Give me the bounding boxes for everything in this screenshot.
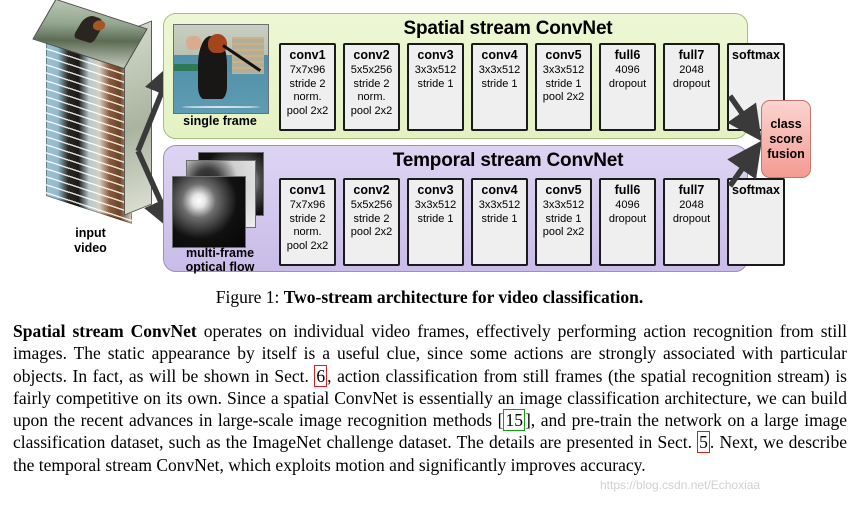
layer-spec: 3x3x512 bbox=[478, 64, 521, 76]
layer-box-conv2[interactable]: conv2 5x5x256 stride 2 norm. pool 2x2 bbox=[343, 43, 400, 131]
single-frame-thumbnail bbox=[173, 24, 269, 114]
layer-name: full6 bbox=[614, 183, 641, 197]
layer-spec: pool 2x2 bbox=[350, 104, 393, 117]
layer-box-full7[interactable]: full7 2048 dropout bbox=[663, 178, 720, 266]
layer-spec: norm. bbox=[293, 91, 322, 103]
multi-frame-optical-flow-label: multi-frame optical flow bbox=[164, 246, 276, 274]
layer-box-full7[interactable]: full7 2048 dropout bbox=[663, 43, 720, 131]
layer-name: conv4 bbox=[481, 183, 518, 197]
input-video-label-line1: input bbox=[75, 226, 106, 240]
temporal-layer-row: conv1 7x7x96 stride 2 norm. pool 2x2 con… bbox=[279, 178, 785, 266]
layer-name: full6 bbox=[614, 48, 641, 62]
temporal-stream-panel: Temporal stream ConvNet multi-frame opti… bbox=[163, 145, 785, 274]
layer-box-conv1[interactable]: conv1 7x7x96 stride 2 norm. pool 2x2 bbox=[279, 178, 336, 266]
layer-spec: 3x3x512 bbox=[414, 199, 457, 211]
layer-box-softmax[interactable]: softmax bbox=[727, 178, 785, 266]
layer-spec: stride 2 bbox=[353, 212, 390, 225]
layer-name: full7 bbox=[678, 48, 705, 62]
optical-flow-label-line1: multi-frame bbox=[185, 246, 255, 260]
layer-spec: stride 2 bbox=[289, 212, 326, 225]
figure-caption: Figure 1: Two-stream architecture for vi… bbox=[0, 286, 859, 308]
figure-diagram: input video Spatial stream ConvNet singl… bbox=[0, 0, 859, 285]
spatial-layer-row: conv1 7x7x96 stride 2 norm. pool 2x2 con… bbox=[279, 43, 785, 131]
fusion-label-line3: fusion bbox=[767, 146, 805, 161]
layer-spec: dropout bbox=[672, 77, 711, 90]
layer-spec: stride 2 bbox=[289, 77, 326, 90]
citation-link-15[interactable]: 15 bbox=[503, 409, 525, 432]
layer-spec: stride 1 bbox=[481, 212, 518, 225]
person-arm bbox=[186, 35, 202, 50]
layer-spec: pool 2x2 bbox=[350, 226, 393, 238]
layer-spec: 3x3x512 bbox=[542, 199, 585, 211]
layer-spec: stride 1 bbox=[417, 212, 454, 225]
layer-spec: dropout bbox=[608, 212, 647, 225]
layer-spec: stride 1 bbox=[545, 212, 582, 225]
layer-name: conv5 bbox=[545, 48, 582, 62]
layer-spec: pool 2x2 bbox=[542, 226, 585, 238]
watermark-text: https://blog.csdn.net/Echoxiaa bbox=[600, 478, 761, 492]
layer-box-conv1[interactable]: conv1 7x7x96 stride 2 norm. pool 2x2 bbox=[279, 43, 336, 131]
layer-spec: 4096 bbox=[615, 64, 640, 76]
layer-name: conv3 bbox=[417, 183, 454, 197]
layer-name: conv1 bbox=[289, 183, 326, 197]
spatial-stream-panel: Spatial stream ConvNet single frame conv… bbox=[163, 13, 785, 139]
layer-box-conv4[interactable]: conv4 3x3x512 stride 1 bbox=[471, 43, 528, 131]
layer-box-conv2[interactable]: conv2 5x5x256 stride 2 pool 2x2 bbox=[343, 178, 400, 266]
layer-box-conv3[interactable]: conv3 3x3x512 stride 1 bbox=[407, 43, 464, 131]
layer-spec: 7x7x96 bbox=[289, 199, 326, 211]
fusion-label-line2: score bbox=[769, 131, 803, 146]
figure-caption-number: Figure 1: bbox=[215, 287, 284, 307]
figure-caption-text: Two-stream architecture for video classi… bbox=[283, 287, 644, 307]
layer-spec: 4096 bbox=[615, 199, 640, 211]
layer-spec: norm. bbox=[293, 226, 322, 238]
layer-name: conv4 bbox=[481, 48, 518, 62]
layer-spec: stride 1 bbox=[545, 77, 582, 90]
layer-spec: 2048 bbox=[679, 199, 704, 211]
layer-spec: stride 2 bbox=[353, 77, 390, 90]
layer-box-full6[interactable]: full6 4096 dropout bbox=[599, 43, 656, 131]
layer-box-conv5[interactable]: conv5 3x3x512 stride 1 pool 2x2 bbox=[535, 178, 592, 266]
layer-spec: 3x3x512 bbox=[478, 199, 521, 211]
body-paragraph: Spatial stream ConvNet operates on indiv… bbox=[13, 320, 847, 476]
single-frame-label: single frame bbox=[164, 114, 276, 128]
optical-flow-thumbnail-1 bbox=[172, 176, 246, 248]
layer-name: softmax bbox=[732, 48, 780, 62]
layer-spec: 2048 bbox=[679, 64, 704, 76]
layer-spec: pool 2x2 bbox=[542, 91, 585, 103]
layer-name: conv2 bbox=[353, 183, 390, 197]
fusion-label-line1: class bbox=[770, 116, 802, 131]
layer-spec: norm. bbox=[357, 91, 386, 103]
layer-spec: dropout bbox=[672, 212, 711, 225]
layer-name: conv1 bbox=[289, 48, 326, 62]
layer-spec: 7x7x96 bbox=[289, 64, 326, 76]
layer-spec: 5x5x256 bbox=[350, 199, 393, 211]
layer-spec: pool 2x2 bbox=[286, 239, 329, 252]
court-line-detail bbox=[181, 105, 261, 108]
layer-spec: 5x5x256 bbox=[350, 64, 393, 76]
single-frame-label-line1: single frame bbox=[183, 114, 257, 128]
class-score-fusion-box[interactable]: class score fusion bbox=[761, 100, 811, 178]
paragraph-lead-term: Spatial stream ConvNet bbox=[13, 321, 197, 341]
layer-name: conv5 bbox=[545, 183, 582, 197]
citation-link-sect6[interactable]: 6 bbox=[314, 364, 328, 387]
layer-spec: dropout bbox=[608, 77, 647, 90]
optical-flow-label-line2: optical flow bbox=[185, 260, 255, 274]
layer-name: conv2 bbox=[353, 48, 390, 62]
citation-link-sect5[interactable]: 5 bbox=[697, 431, 710, 454]
layer-box-conv5[interactable]: conv5 3x3x512 stride 1 pool 2x2 bbox=[535, 43, 592, 131]
layer-spec: stride 1 bbox=[481, 77, 518, 90]
layer-name: full7 bbox=[678, 183, 705, 197]
layer-box-conv3[interactable]: conv3 3x3x512 stride 1 bbox=[407, 178, 464, 266]
layer-name: conv3 bbox=[417, 48, 454, 62]
layer-box-full6[interactable]: full6 4096 dropout bbox=[599, 178, 656, 266]
layer-box-conv4[interactable]: conv4 3x3x512 stride 1 bbox=[471, 178, 528, 266]
layer-spec: stride 1 bbox=[417, 77, 454, 90]
paragraph-spatial-stream: Spatial stream ConvNet operates on indiv… bbox=[13, 320, 847, 476]
input-video-label-line2: video bbox=[74, 241, 107, 255]
layer-spec: 3x3x512 bbox=[542, 64, 585, 76]
layer-spec: pool 2x2 bbox=[286, 104, 329, 117]
layer-spec: 3x3x512 bbox=[414, 64, 457, 76]
